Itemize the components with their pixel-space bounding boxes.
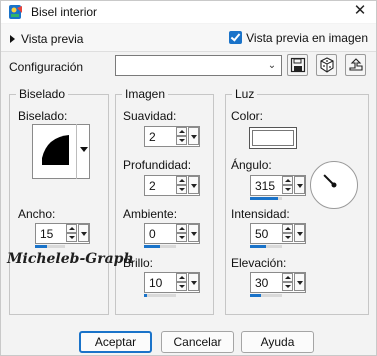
preview-toggle-label: Vista previa	[21, 32, 84, 46]
brightness-value: 10	[149, 276, 163, 290]
light-color-swatch[interactable]	[249, 127, 297, 149]
checkbox-checked-icon	[229, 31, 243, 44]
chevron-down-icon: ⌄	[267, 60, 277, 71]
elevation-label: Elevación:	[231, 256, 287, 270]
app-icon	[9, 5, 22, 19]
brightness-slider[interactable]	[144, 294, 176, 297]
spin-up-icon[interactable]	[176, 224, 187, 233]
ok-button[interactable]: Aceptar	[79, 331, 152, 353]
watermark-text: Micheleb-Graph	[7, 251, 134, 267]
smoothness-spin[interactable]: 2	[144, 126, 200, 147]
dropdown-arrow-icon[interactable]	[294, 176, 305, 194]
save-icon	[290, 57, 306, 73]
random-dice-icon	[320, 57, 334, 73]
spin-up-icon[interactable]	[282, 176, 293, 185]
preview-row: Vista previa Vista previa en imagen	[1, 24, 376, 52]
dropdown-arrow-icon[interactable]	[188, 127, 199, 145]
spin-down-icon[interactable]	[176, 136, 187, 145]
config-label: Configuración	[9, 60, 84, 74]
width-value: 15	[40, 227, 54, 241]
save-preset-button[interactable]	[287, 54, 308, 76]
image-group-title: Imagen	[122, 87, 169, 101]
intensity-label: Intensidad:	[231, 207, 290, 221]
config-select[interactable]: ⌄	[115, 55, 282, 76]
ambient-value: 0	[149, 227, 156, 241]
expand-arrow-icon	[10, 35, 15, 43]
spin-down-icon[interactable]	[282, 185, 293, 194]
angle-label: Ángulo:	[231, 158, 272, 172]
brightness-slider-fill	[144, 294, 148, 297]
color-label: Color:	[231, 109, 264, 123]
spin-down-icon[interactable]	[176, 233, 187, 242]
spin-down-icon[interactable]	[176, 185, 187, 194]
preview-toggle[interactable]: Vista previa	[10, 32, 83, 46]
intensity-slider-fill	[250, 245, 266, 248]
dropdown-arrow-icon[interactable]	[188, 224, 199, 242]
spin-up-icon[interactable]	[66, 224, 77, 233]
angle-value: 315	[255, 179, 276, 193]
ambient-slider-fill	[144, 245, 160, 248]
window-title: Bisel interior	[31, 5, 98, 19]
depth-value: 2	[149, 179, 156, 193]
width-slider-fill	[35, 245, 47, 248]
spin-down-icon[interactable]	[66, 233, 77, 242]
spin-up-icon[interactable]	[176, 127, 187, 136]
reset-button[interactable]	[345, 54, 366, 76]
light-group-title: Luz	[232, 87, 258, 101]
smoothness-label: Suavidad:	[123, 109, 177, 123]
depth-label: Profundidad:	[123, 158, 192, 172]
dropdown-arrow-icon[interactable]	[78, 224, 89, 242]
image-preview-checkbox[interactable]: Vista previa en imagen	[229, 31, 368, 45]
depth-spin[interactable]: 2	[144, 175, 200, 196]
smoothness-value: 2	[149, 130, 156, 144]
ambient-spin[interactable]: 0	[144, 223, 200, 244]
brightness-spin[interactable]: 10	[144, 272, 200, 293]
spin-down-icon[interactable]	[282, 282, 293, 291]
ambient-label: Ambiente:	[123, 207, 178, 221]
elevation-spin[interactable]: 30	[250, 272, 306, 293]
angle-spin[interactable]: 315	[250, 175, 306, 196]
bevel-shape-dropdown[interactable]	[76, 124, 90, 179]
width-spin[interactable]: 15	[35, 223, 90, 244]
elevation-slider-fill	[250, 294, 261, 297]
width-slider[interactable]	[35, 245, 65, 248]
elevation-value: 30	[255, 276, 269, 290]
spin-up-icon[interactable]	[176, 273, 187, 282]
spin-down-icon[interactable]	[176, 282, 187, 291]
intensity-spin[interactable]: 50	[250, 223, 306, 244]
dropdown-arrow-icon[interactable]	[294, 224, 305, 242]
image-preview-label: Vista previa en imagen	[246, 31, 368, 45]
angle-dial-needle-icon	[323, 174, 337, 188]
cancel-button[interactable]: Cancelar	[161, 331, 234, 353]
spin-up-icon[interactable]	[176, 176, 187, 185]
bevel-shape-label: Biselado:	[18, 109, 68, 123]
intensity-slider[interactable]	[250, 245, 282, 248]
angle-slider[interactable]	[250, 197, 282, 200]
angle-slider-fill	[250, 197, 278, 200]
bevel-shape-icon	[42, 135, 69, 165]
bevel-group-title: Biselado	[16, 87, 69, 101]
spin-down-icon[interactable]	[282, 233, 293, 242]
angle-dial[interactable]	[310, 161, 358, 209]
spin-up-icon[interactable]	[282, 273, 293, 282]
ambient-slider[interactable]	[144, 245, 176, 248]
dropdown-arrow-icon[interactable]	[294, 273, 305, 291]
spin-up-icon[interactable]	[282, 224, 293, 233]
width-label: Ancho:	[18, 207, 56, 221]
help-button[interactable]: Ayuda	[241, 331, 314, 353]
close-button[interactable]: ✕	[351, 2, 369, 20]
dropdown-arrow-icon[interactable]	[188, 273, 199, 291]
reset-icon	[349, 58, 363, 71]
dropdown-arrow-icon[interactable]	[188, 176, 199, 194]
elevation-slider[interactable]	[250, 294, 282, 297]
intensity-value: 50	[255, 227, 269, 241]
randomize-button[interactable]	[316, 54, 337, 76]
title-bar: Bisel interior ✕	[1, 1, 376, 23]
dialog-window: Bisel interior ✕ Vista previa Vista prev…	[0, 0, 377, 356]
